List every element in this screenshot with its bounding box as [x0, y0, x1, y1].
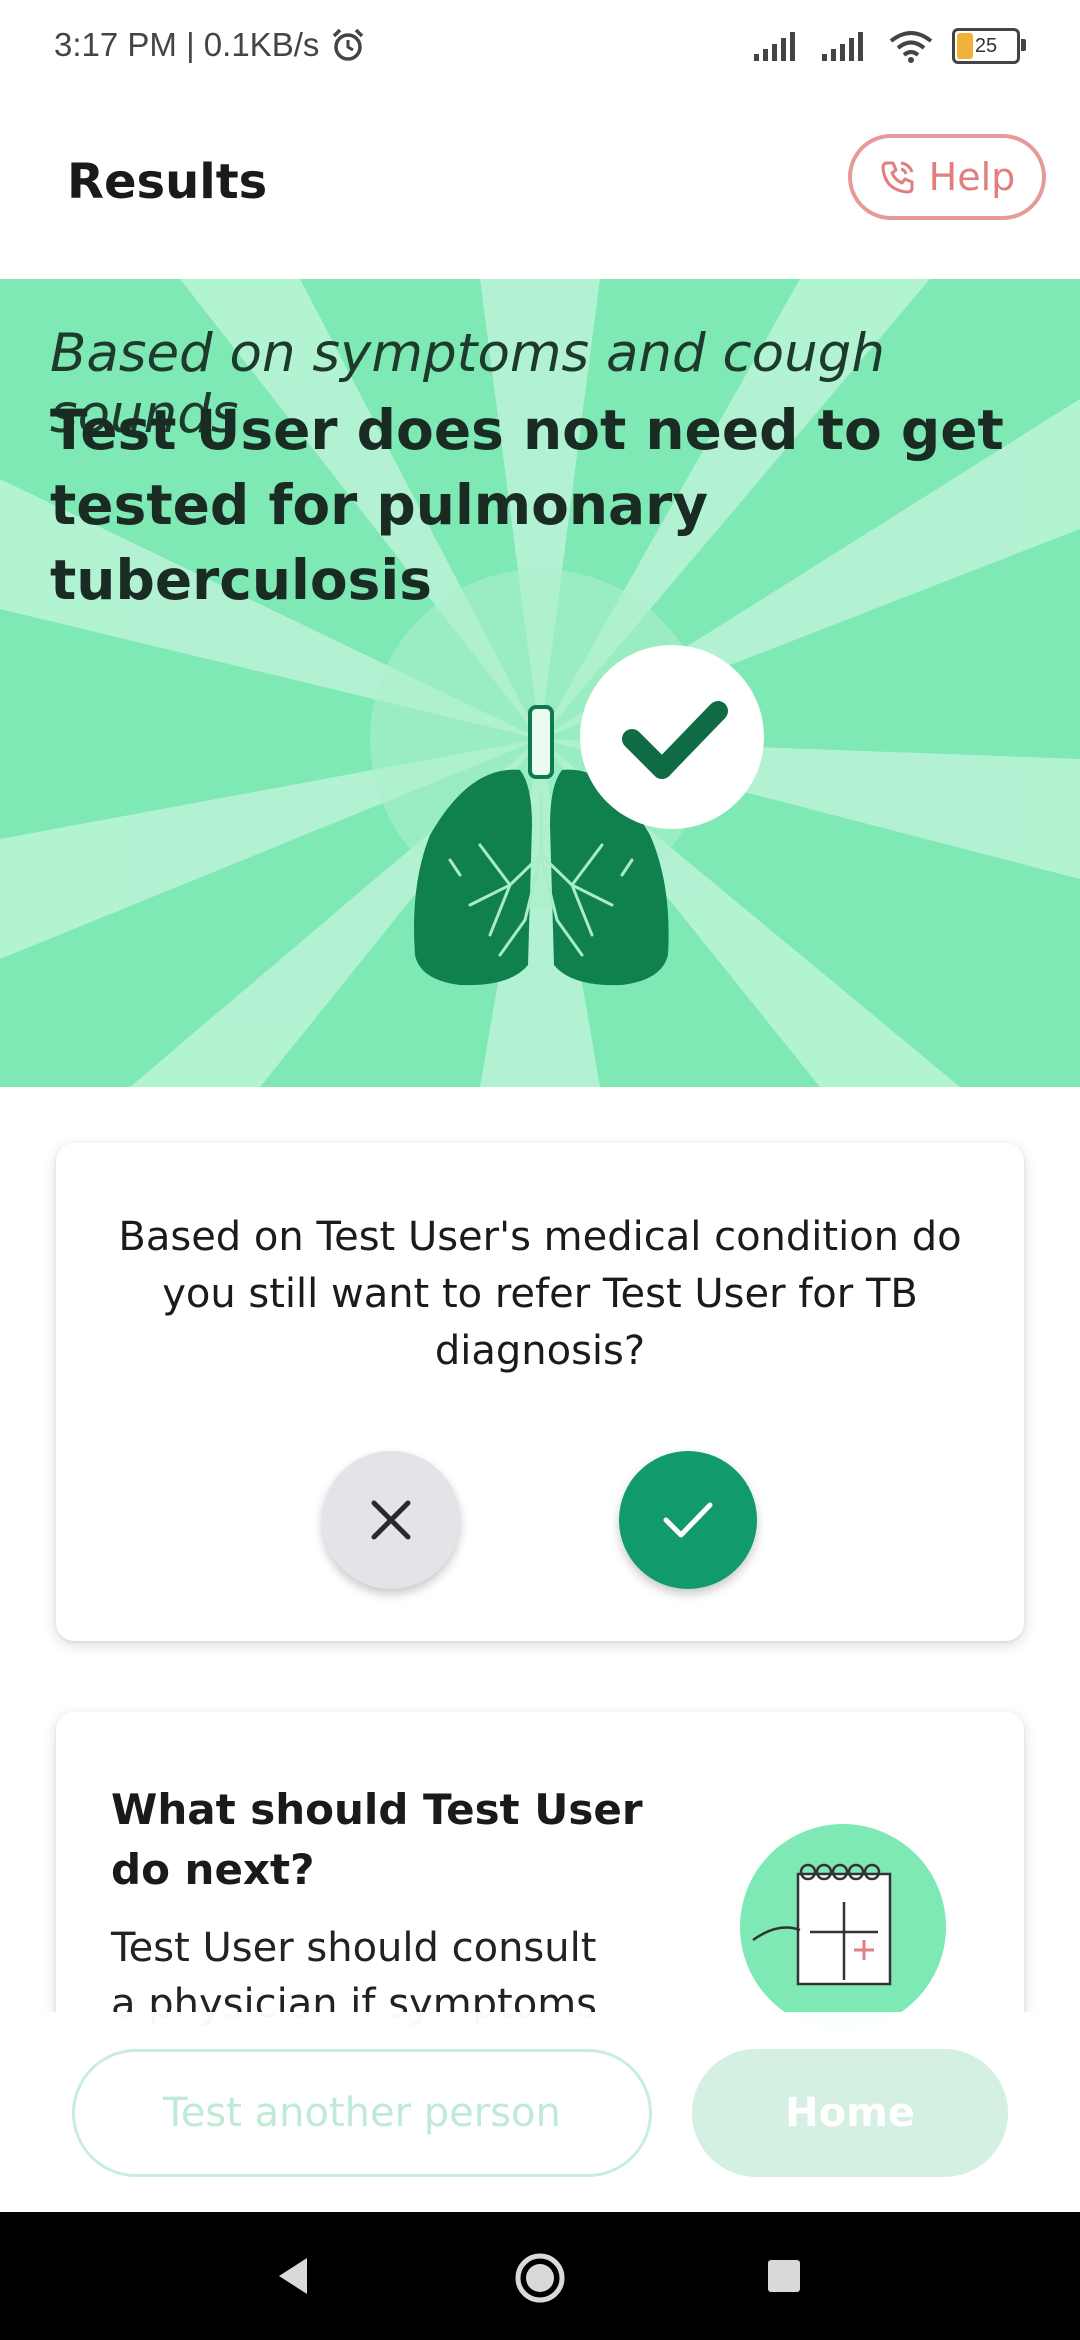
home-icon[interactable] [514, 2252, 566, 2304]
page-title: Results [67, 154, 268, 210]
referral-question: Based on Test User's medical condition d… [118, 1214, 962, 1374]
phone-icon [881, 161, 914, 194]
calendar-icon [740, 1824, 946, 2030]
bottom-action-bar: Test another person Home [0, 2012, 1080, 2212]
battery-icon: 25 [952, 28, 1026, 64]
check-icon [663, 1502, 713, 1538]
wifi-icon [889, 31, 933, 63]
status-time-speed: 3:17 PM | 0.1KB/s [54, 26, 320, 63]
recent-apps-icon[interactable] [768, 2260, 800, 2292]
decline-referral-button[interactable] [322, 1451, 460, 1589]
hero-result: Test User does not need to get tested fo… [50, 398, 1004, 612]
signal-icon [754, 32, 795, 61]
status-bar: 3:17 PM | 0.1KB/s 25 [0, 0, 1080, 96]
system-nav-bar [0, 2212, 1080, 2340]
next-steps-title: What should Test User do next? [111, 1785, 643, 1894]
close-icon [371, 1500, 411, 1540]
battery-level: 25 [974, 34, 998, 57]
lungs-check-icon [414, 645, 764, 986]
test-another-button[interactable]: Test another person [72, 2049, 652, 2177]
result-hero: Based on symptoms and cough sounds Test … [0, 279, 1080, 1087]
confirm-referral-button[interactable] [619, 1451, 757, 1589]
help-label: Help [928, 155, 1016, 199]
back-icon[interactable] [275, 2256, 311, 2296]
home-button[interactable]: Home [692, 2049, 1008, 2177]
status-right: 25 [752, 28, 1026, 64]
status-left: 3:17 PM | 0.1KB/s [54, 26, 367, 64]
help-button[interactable]: Help [848, 134, 1046, 220]
app-header: Results Help [0, 96, 1080, 279]
signal-icon [822, 32, 863, 61]
referral-card: Based on Test User's medical condition d… [56, 1143, 1024, 1641]
alarm-icon [333, 28, 364, 61]
